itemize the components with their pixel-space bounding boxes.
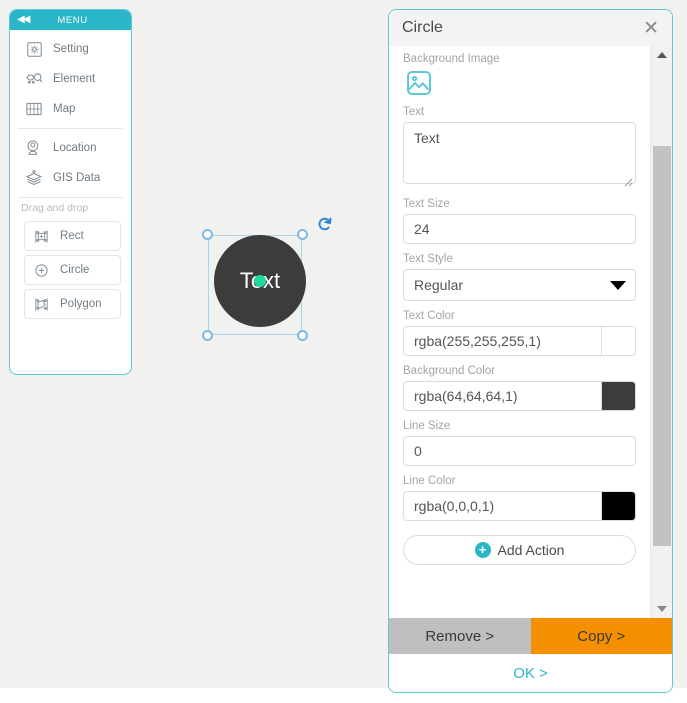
page-title: Circle (402, 19, 443, 36)
properties-panel: Circle ✕ Background Image Text Text Size (388, 9, 673, 693)
text-size-input[interactable] (403, 214, 636, 244)
shape-tool-rect[interactable]: Rect (24, 221, 121, 251)
rect-shape-icon (31, 226, 51, 246)
selected-shape-group[interactable]: Text (202, 217, 332, 341)
menu-group-primary: Setting Element Map (10, 30, 131, 128)
location-pin-icon (24, 138, 44, 158)
rotate-handle-icon[interactable] (316, 215, 334, 233)
shape-tool-circle[interactable]: Circle (24, 255, 121, 285)
background-image-label: Background Image (403, 53, 500, 65)
text-textarea-wrap (403, 122, 636, 189)
resize-handle-bottom-right[interactable] (297, 330, 308, 341)
resize-handle-bottom-left[interactable] (202, 330, 213, 341)
shape-tool-label: Polygon (60, 298, 102, 310)
text-color-label: Text Color (403, 310, 455, 322)
properties-scrollbar[interactable] (650, 46, 672, 618)
text-color-swatch[interactable] (601, 327, 635, 355)
sidebar-item-setting[interactable]: Setting (10, 34, 131, 64)
text-size-label: Text Size (403, 198, 450, 210)
polygon-shape-icon (31, 294, 51, 314)
layers-icon (24, 168, 44, 188)
footer-button-row: Remove > Copy > (389, 618, 672, 654)
scrollbar-thumb[interactable] (653, 146, 671, 546)
shape-tool-label: Circle (60, 264, 90, 276)
double-chevron-left-icon[interactable]: ◀◀ (17, 10, 30, 30)
sidebar-item-label: Map (53, 103, 76, 115)
triangle-down-icon[interactable] (651, 600, 672, 618)
drag-and-drop-label: Drag and drop (21, 202, 89, 214)
sidebar-item-element[interactable]: Element (10, 64, 131, 94)
background-color-swatch[interactable] (601, 382, 635, 410)
properties-panel-body: Background Image Text Text Size Text Sty… (389, 46, 672, 618)
sidebar-item-label: Element (53, 73, 96, 85)
properties-panel-footer: Remove > Copy > OK > (389, 618, 672, 692)
resize-handle-top-right[interactable] (297, 229, 308, 240)
background-color-value: rgba(64,64,64,1) (414, 388, 518, 404)
shape-tool-label: Rect (60, 230, 84, 242)
text-label: Text (403, 106, 425, 118)
menu-header: ◀◀ MENU (10, 10, 131, 30)
add-action-button[interactable]: + Add Action (403, 535, 636, 565)
sidebar-item-label: Location (53, 142, 97, 154)
text-color-field[interactable]: rgba(255,255,255,1) (403, 326, 636, 356)
shape-tool-polygon[interactable]: Polygon (24, 289, 121, 319)
line-size-input[interactable] (403, 436, 636, 466)
add-action-label: Add Action (497, 542, 565, 558)
circle-shape-icon (31, 260, 51, 280)
sidebar-item-label: Setting (53, 43, 89, 55)
close-icon[interactable]: ✕ (640, 19, 662, 38)
image-placeholder-icon[interactable] (405, 69, 433, 97)
text-color-value: rgba(255,255,255,1) (414, 333, 541, 349)
properties-panel-header: Circle ✕ (389, 10, 672, 46)
line-color-value: rgba(0,0,0,1) (414, 498, 495, 514)
line-color-label: Line Color (403, 475, 456, 487)
grid-map-icon (24, 99, 44, 119)
menu-group-data: Location GIS Data (10, 129, 131, 197)
text-style-select-wrap[interactable]: Regular (403, 269, 636, 301)
line-color-swatch[interactable] (601, 492, 635, 520)
line-size-label: Line Size (403, 420, 451, 432)
chevron-down-icon (610, 281, 626, 290)
properties-scroll-area: Background Image Text Text Size Text Sty… (389, 46, 650, 618)
sidebar-item-map[interactable]: Map (10, 94, 131, 124)
background-color-field[interactable]: rgba(64,64,64,1) (403, 381, 636, 411)
text-style-select[interactable]: Regular (403, 269, 636, 301)
text-textarea[interactable] (403, 122, 636, 184)
sidebar-item-location[interactable]: Location (10, 133, 131, 163)
sidebar-item-gis-data[interactable]: GIS Data (10, 163, 131, 193)
left-menu-panel: ◀◀ MENU Setting Element Map Location GIS… (9, 9, 132, 375)
remove-button[interactable]: Remove > (389, 618, 531, 654)
shape-anchor-point[interactable] (254, 275, 266, 287)
element-nodes-icon (24, 69, 44, 89)
triangle-up-icon[interactable] (651, 46, 672, 64)
background-color-label: Background Color (403, 365, 496, 377)
circle-shape[interactable]: Text (214, 235, 306, 327)
text-style-label: Text Style (403, 253, 453, 265)
resize-handle-top-left[interactable] (202, 229, 213, 240)
line-color-field[interactable]: rgba(0,0,0,1) (403, 491, 636, 521)
sidebar-item-label: GIS Data (53, 172, 101, 184)
gear-icon (24, 39, 44, 59)
plus-circle-icon: + (474, 542, 491, 558)
ok-button[interactable]: OK > (389, 654, 672, 692)
copy-button[interactable]: Copy > (530, 618, 672, 654)
